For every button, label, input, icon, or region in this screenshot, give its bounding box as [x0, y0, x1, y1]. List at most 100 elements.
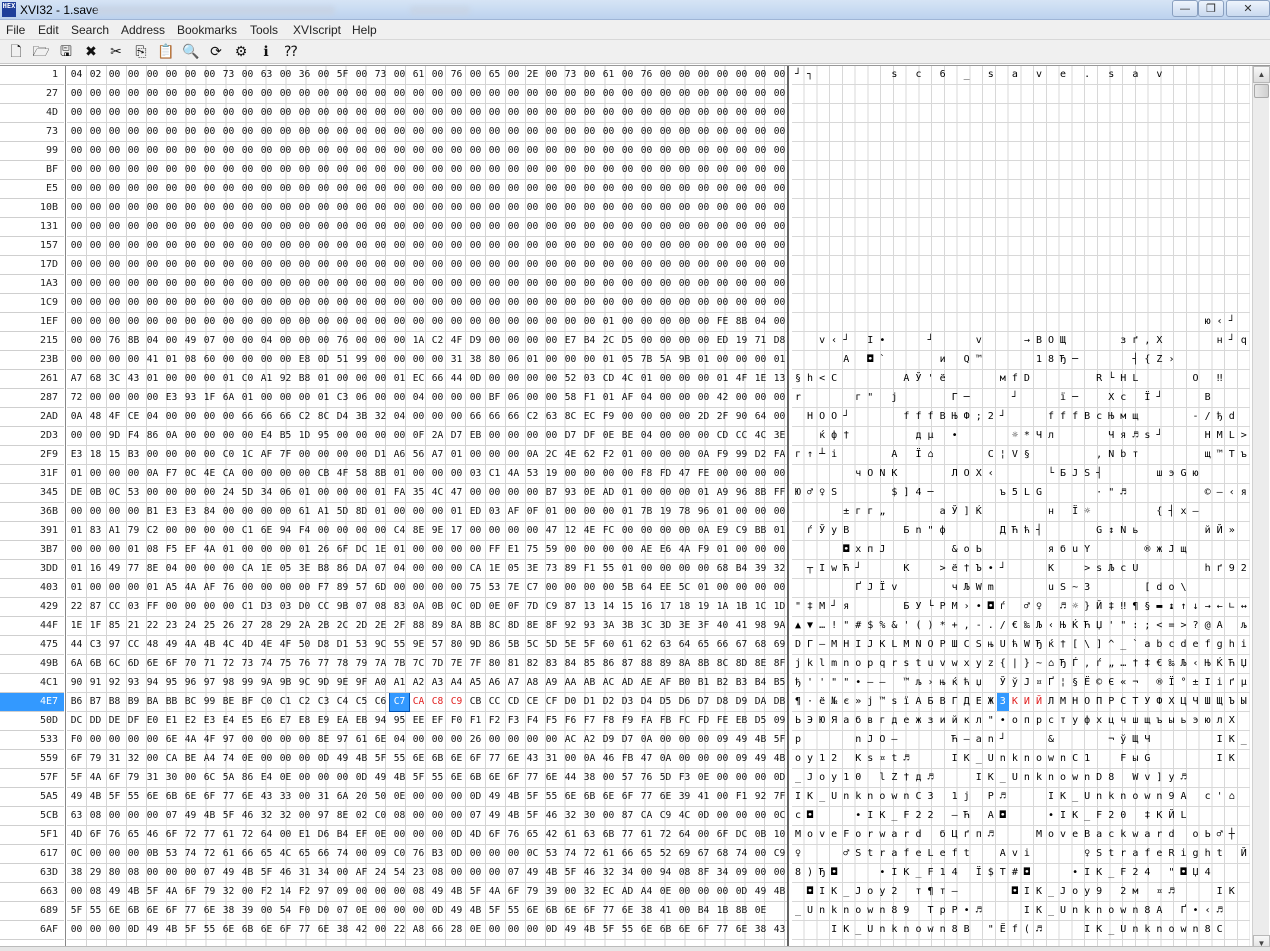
- hex-byte[interactable]: 4B: [200, 807, 219, 825]
- hex-byte[interactable]: 00: [276, 313, 295, 331]
- text-char[interactable]: ѓ: [997, 598, 1009, 616]
- text-char[interactable]: J: [864, 636, 876, 654]
- hex-byte[interactable]: 00: [599, 104, 618, 122]
- text-char[interactable]: K: [1226, 883, 1238, 901]
- text-char[interactable]: ♀: [1033, 598, 1045, 616]
- hex-byte[interactable]: 00: [238, 161, 257, 179]
- hex-byte[interactable]: 61: [295, 503, 314, 521]
- text-char[interactable]: b: [1117, 446, 1129, 464]
- hex-byte[interactable]: 49: [751, 883, 770, 901]
- hex-byte[interactable]: 75: [466, 579, 485, 597]
- hex-byte[interactable]: 7B: [637, 351, 656, 369]
- text-char[interactable]: q: [876, 655, 888, 673]
- hex-byte[interactable]: 00: [162, 522, 181, 540]
- text-char[interactable]: Ч: [1190, 693, 1202, 711]
- hex-byte[interactable]: 2E: [371, 617, 390, 635]
- hex-byte[interactable]: 87: [561, 598, 580, 616]
- text-char[interactable]: Ь: [973, 541, 985, 559]
- hex-byte[interactable]: 00: [428, 313, 447, 331]
- hex-byte[interactable]: 5F: [143, 883, 162, 901]
- hex-byte[interactable]: 00: [295, 579, 314, 597]
- hex-byte[interactable]: 00: [257, 389, 276, 407]
- hex-byte[interactable]: 8B: [732, 313, 751, 331]
- text-row[interactable]: [792, 199, 1250, 218]
- text-char[interactable]: f: [1045, 408, 1057, 426]
- text-char[interactable]: s: [1105, 66, 1117, 84]
- text-char[interactable]: t: [1105, 845, 1117, 863]
- text-char[interactable]: ↕: [1105, 522, 1117, 540]
- hex-byte[interactable]: 00: [86, 541, 105, 559]
- hex-byte[interactable]: 00: [561, 180, 580, 198]
- text-char[interactable]: м: [1117, 408, 1129, 426]
- hex-byte[interactable]: 39: [542, 883, 561, 901]
- text-char[interactable]: ї: [1057, 389, 1069, 407]
- text-char[interactable]: ♬: [1214, 902, 1226, 920]
- hex-byte[interactable]: E0: [143, 712, 162, 730]
- hex-row[interactable]: 00 00 00 00 41 01 08 60 00 00 00 00 E8 0D 51 99 00 00 00 00…: [67, 351, 789, 370]
- text-char[interactable]: S: [1081, 465, 1093, 483]
- hex-byte[interactable]: 00: [770, 142, 789, 160]
- hex-byte[interactable]: 00: [295, 389, 314, 407]
- hex-byte[interactable]: 63: [67, 807, 86, 825]
- hex-byte[interactable]: 98: [219, 674, 238, 692]
- hex-byte[interactable]: 29: [86, 864, 105, 882]
- hex-byte[interactable]: 00: [409, 199, 428, 217]
- hex-byte[interactable]: 00: [694, 218, 713, 236]
- hex-byte[interactable]: 8B: [751, 484, 770, 502]
- text-char[interactable]: (: [1021, 921, 1033, 939]
- text-char[interactable]: Ф: [961, 408, 973, 426]
- text-char[interactable]: Т: [1129, 693, 1141, 711]
- hex-byte[interactable]: 18: [675, 598, 694, 616]
- text-char[interactable]: ┘: [1153, 389, 1165, 407]
- text-char[interactable]: ": [792, 598, 804, 616]
- hex-byte[interactable]: 0D: [447, 826, 466, 844]
- hex-byte[interactable]: 00: [86, 313, 105, 331]
- text-char[interactable]: ☼: [1069, 598, 1081, 616]
- text-char[interactable]: Z: [1153, 351, 1165, 369]
- text-char[interactable]: B: [961, 921, 973, 939]
- text-char[interactable]: т: [937, 883, 949, 901]
- text-char[interactable]: а: [937, 503, 949, 521]
- text-char[interactable]: ё: [949, 560, 961, 578]
- text-char[interactable]: ~: [1069, 579, 1081, 597]
- hex-byte[interactable]: 3E: [675, 617, 694, 635]
- hex-byte[interactable]: 00: [485, 332, 504, 350]
- hex-byte[interactable]: 28: [447, 921, 466, 939]
- hex-byte[interactable]: 00: [732, 294, 751, 312]
- hex-byte[interactable]: 00: [390, 142, 409, 160]
- hex-row[interactable]: E3 18 15 B3 00 00 00 00 C0 1C AF 7F 00 00 00 00 D1 A6 56 A7…: [67, 446, 789, 465]
- hex-byte[interactable]: 0D: [770, 769, 789, 787]
- hex-byte[interactable]: 00: [162, 446, 181, 464]
- text-char[interactable]: o: [852, 902, 864, 920]
- hex-byte[interactable]: 00: [352, 275, 371, 293]
- text-char[interactable]: Ї: [1141, 389, 1153, 407]
- hex-byte[interactable]: 6E: [162, 731, 181, 749]
- hex-byte[interactable]: 00: [675, 161, 694, 179]
- text-char[interactable]: L: [1226, 427, 1238, 445]
- hex-byte[interactable]: 8E: [523, 617, 542, 635]
- text-char[interactable]: щ: [1202, 446, 1214, 464]
- hex-byte[interactable]: B8: [295, 370, 314, 388]
- hex-byte[interactable]: 32: [219, 883, 238, 901]
- hex-byte[interactable]: A4: [447, 674, 466, 692]
- hex-byte[interactable]: 00: [770, 864, 789, 882]
- hex-byte[interactable]: 00: [295, 275, 314, 293]
- hex-byte[interactable]: 00: [428, 237, 447, 255]
- hex-byte[interactable]: 79: [86, 750, 105, 768]
- hex-byte[interactable]: 49: [143, 921, 162, 939]
- hex-byte[interactable]: 4C: [751, 427, 770, 445]
- hex-row[interactable]: 00 00 76 8B 04 00 49 07 00 00 04 00 00 00 76 00 00 00 1A C2…: [67, 332, 789, 351]
- hex-byte[interactable]: 6F: [181, 883, 200, 901]
- text-char[interactable]: G: [1141, 750, 1153, 768]
- text-row[interactable]: ю ‹ ┘: [792, 313, 1250, 332]
- text-char[interactable]: Ґ: [852, 579, 864, 597]
- hex-byte[interactable]: CB: [314, 465, 333, 483]
- hex-byte[interactable]: 00: [656, 85, 675, 103]
- hex-byte[interactable]: 00: [504, 522, 523, 540]
- hex-byte[interactable]: FC: [675, 712, 694, 730]
- hex-byte[interactable]: 00: [200, 294, 219, 312]
- text-char[interactable]: N: [876, 465, 888, 483]
- hex-row[interactable]: 00 00 00 00 00 00 00 00 00 00 00 00 00 00 00 00 00 00 00 00…: [67, 294, 789, 313]
- hex-byte[interactable]: 00: [295, 294, 314, 312]
- text-char[interactable]: K: [876, 636, 888, 654]
